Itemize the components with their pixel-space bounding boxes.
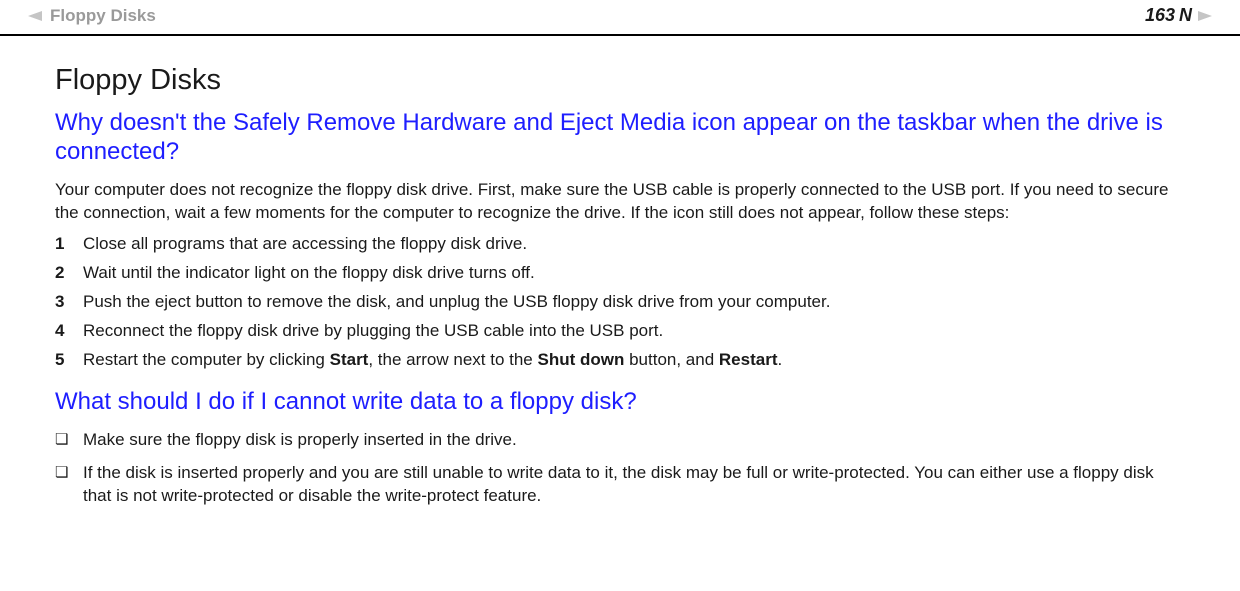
step-text: Restart the computer by clicking Start, … (83, 350, 1185, 370)
square-bullet-icon: ❏ (55, 429, 83, 452)
step-text: Wait until the indicator light on the fl… (83, 263, 1185, 283)
steps-list: 1 Close all programs that are accessing … (55, 234, 1185, 370)
breadcrumb-label: Floppy Disks (50, 6, 156, 26)
step-number: 3 (55, 292, 83, 312)
step-text: Close all programs that are accessing th… (83, 234, 1185, 254)
list-item: ❏ Make sure the floppy disk is properly … (55, 429, 1185, 452)
list-item: ❏ If the disk is inserted properly and y… (55, 462, 1185, 508)
step-number: 2 (55, 263, 83, 283)
list-item: 3 Push the eject button to remove the di… (55, 292, 1185, 312)
step-text: Reconnect the floppy disk drive by plugg… (83, 321, 1185, 341)
section-title: Floppy Disks (55, 64, 1185, 97)
question-2: What should I do if I cannot write data … (55, 388, 1185, 417)
bullet-text: Make sure the floppy disk is properly in… (83, 429, 1185, 452)
page-header: Floppy Disks 163 N (0, 0, 1240, 36)
nav-prev-icon[interactable] (28, 11, 42, 21)
step-number: 5 (55, 350, 83, 370)
breadcrumb: Floppy Disks (28, 6, 156, 26)
page-nav: 163 N (1145, 5, 1212, 26)
list-item: 4 Reconnect the floppy disk drive by plu… (55, 321, 1185, 341)
list-item: 5 Restart the computer by clicking Start… (55, 350, 1185, 370)
intro-text: Your computer does not recognize the flo… (55, 179, 1185, 225)
step-number: 4 (55, 321, 83, 341)
question-1: Why doesn't the Safely Remove Hardware a… (55, 109, 1185, 167)
step-number: 1 (55, 234, 83, 254)
nav-next-icon[interactable] (1198, 11, 1212, 21)
bullet-list: ❏ Make sure the floppy disk is properly … (55, 429, 1185, 508)
square-bullet-icon: ❏ (55, 462, 83, 485)
list-item: 2 Wait until the indicator light on the … (55, 263, 1185, 283)
page-number: 163 (1145, 5, 1175, 26)
bullet-text: If the disk is inserted properly and you… (83, 462, 1185, 508)
list-item: 1 Close all programs that are accessing … (55, 234, 1185, 254)
step-text: Push the eject button to remove the disk… (83, 292, 1185, 312)
page-content: Floppy Disks Why doesn't the Safely Remo… (0, 36, 1240, 508)
page-n-label: N (1179, 5, 1192, 26)
